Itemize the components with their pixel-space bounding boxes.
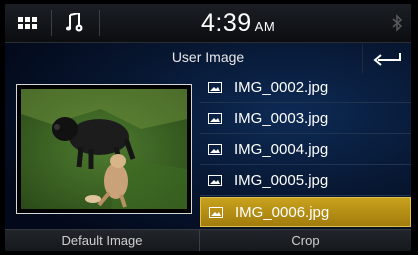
return-arrow-icon bbox=[373, 53, 401, 66]
clock-time: 4:39 bbox=[201, 9, 252, 37]
menu-button[interactable] bbox=[5, 4, 49, 42]
divider bbox=[99, 10, 100, 36]
image-file-icon bbox=[208, 112, 222, 124]
image-file-icon bbox=[208, 81, 222, 93]
image-file-icon bbox=[208, 143, 222, 155]
file-name: IMG_0004.jpg bbox=[234, 140, 329, 158]
back-button[interactable] bbox=[362, 44, 411, 74]
clock: 4:39 AM bbox=[201, 9, 275, 38]
screen: 4:39 AM User Image IMG_0002.jpg IMG_0003… bbox=[5, 4, 411, 251]
grid-menu-icon bbox=[17, 17, 37, 29]
list-item[interactable]: IMG_0004.jpg bbox=[200, 134, 411, 165]
status-bar: 4:39 AM bbox=[5, 4, 411, 43]
file-name: IMG_0005.jpg bbox=[234, 171, 329, 189]
clock-ampm: AM bbox=[254, 19, 276, 34]
list-item-selected[interactable]: IMG_0006.jpg bbox=[200, 197, 411, 227]
file-list: IMG_0002.jpg IMG_0003.jpg IMG_0004.jpg I… bbox=[200, 72, 411, 228]
dog-photo bbox=[21, 89, 187, 209]
bottom-bar: Default Image Crop bbox=[5, 229, 411, 251]
list-item[interactable]: IMG_0002.jpg bbox=[200, 72, 411, 103]
file-name: IMG_0003.jpg bbox=[234, 109, 329, 127]
file-name: IMG_0002.jpg bbox=[234, 78, 329, 96]
list-item[interactable]: IMG_0005.jpg bbox=[200, 165, 411, 196]
music-button[interactable] bbox=[53, 4, 97, 42]
page-title: User Image bbox=[171, 49, 245, 65]
divider bbox=[51, 10, 52, 36]
image-file-icon bbox=[208, 174, 222, 186]
music-settings-icon bbox=[66, 13, 83, 32]
file-name: IMG_0006.jpg bbox=[235, 203, 330, 221]
image-preview bbox=[16, 84, 192, 214]
crop-button[interactable]: Crop bbox=[200, 230, 411, 251]
bluetooth-icon bbox=[392, 14, 403, 32]
default-image-button[interactable]: Default Image bbox=[5, 230, 199, 251]
image-file-icon bbox=[209, 206, 223, 218]
list-item[interactable]: IMG_0003.jpg bbox=[200, 103, 411, 134]
